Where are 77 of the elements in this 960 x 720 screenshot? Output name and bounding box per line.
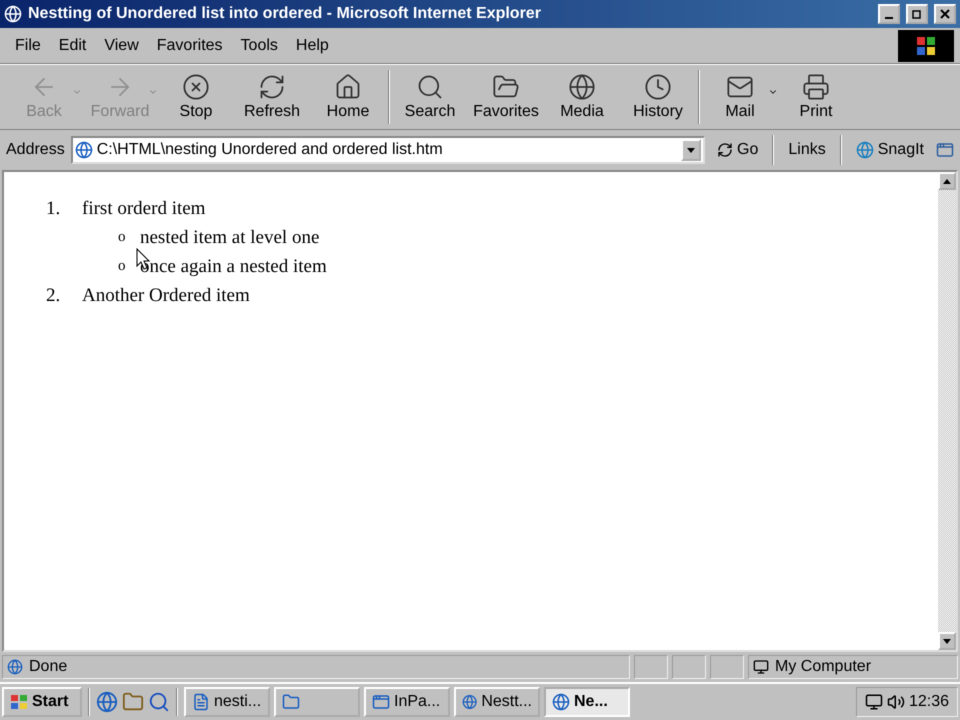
menu-item[interactable]: Tools [232, 36, 287, 54]
zone-indicator: My Computer [748, 655, 958, 679]
toolbar-button[interactable]: Search [392, 73, 468, 121]
links-button[interactable]: Links [782, 141, 832, 159]
logo-icon [898, 30, 954, 62]
status-pane [710, 655, 744, 679]
address-label: Address [6, 141, 65, 159]
globe-icon [568, 73, 596, 101]
restore-button[interactable] [906, 4, 928, 24]
window-icon [372, 693, 390, 711]
list-item-text: first orderd item [82, 198, 206, 220]
list-bullet: o [118, 229, 126, 246]
globe-icon [74, 141, 93, 159]
status-pane [672, 655, 706, 679]
taskbar-button[interactable]: InPa... [364, 687, 450, 717]
menu-item[interactable]: Help [286, 36, 338, 54]
close-icon [940, 9, 950, 19]
menu-item[interactable]: Favorites [148, 36, 232, 54]
toolbar-button[interactable]: Media [544, 73, 620, 121]
list-item-text: once again a nested item [140, 256, 327, 278]
toolbar-button[interactable]: Favorites [468, 73, 544, 121]
window-title: Nestting of Unordered list into ordered - Microsoft Internet Explorer [28, 5, 542, 23]
refresh-icon [258, 73, 286, 101]
clock: 12:36 [908, 693, 949, 711]
dropdown-button[interactable] [681, 139, 702, 161]
clock-icon [644, 73, 672, 101]
taskbar-button[interactable]: Nestt... [454, 687, 540, 717]
scroll-up-button[interactable] [938, 172, 956, 190]
toolbar-button[interactable]: Refresh [234, 73, 310, 121]
taskbar-button[interactable]: Ne... [544, 687, 630, 717]
computer-icon [753, 659, 769, 675]
toolbar-button[interactable]: Mail [702, 73, 778, 121]
toolbar-button[interactable]: History [620, 73, 696, 121]
minimize-icon [885, 17, 893, 19]
speaker-icon [886, 693, 905, 711]
taskbar-button[interactable]: nesti... [184, 687, 270, 717]
globe-icon [552, 693, 570, 711]
menu-item[interactable]: File [6, 36, 50, 54]
menu-item[interactable]: View [95, 36, 148, 54]
monitor-icon [864, 693, 883, 711]
down-arrow-icon [943, 638, 951, 644]
toolbar-button[interactable]: Stop [158, 73, 234, 121]
globe-icon [462, 693, 478, 711]
menu-item[interactable]: Edit [50, 36, 96, 54]
list-item-text: nested item at level one [140, 226, 320, 248]
list-number: 1. [46, 198, 62, 220]
globe-icon[interactable] [96, 691, 118, 713]
status-text: Done [2, 655, 630, 679]
taskbar-button[interactable] [274, 687, 360, 717]
address-field[interactable]: C:\HTML\nesting Unordered and ordered list.htm [70, 136, 706, 164]
search-icon [416, 73, 444, 101]
list-number: 2. [46, 284, 62, 306]
globe-icon [4, 5, 22, 23]
stop-icon [182, 73, 210, 101]
list-bullet: o [118, 258, 126, 275]
window-icon [936, 141, 954, 159]
printer-icon [802, 73, 830, 101]
up-arrow-icon [943, 178, 951, 184]
document-icon [192, 693, 210, 711]
maximize-icon [912, 9, 922, 19]
globe-icon [7, 659, 23, 675]
close-button[interactable] [934, 4, 956, 24]
search-icon[interactable] [148, 691, 170, 713]
snagit-button[interactable]: SnagIt [850, 141, 930, 159]
folder-icon[interactable] [122, 691, 144, 713]
list-item-text: Another Ordered item [82, 284, 250, 306]
folder-icon [282, 693, 300, 711]
toolbar-button[interactable]: Home [310, 73, 386, 121]
caret-icon [687, 148, 696, 152]
home-icon [334, 73, 362, 101]
toolbar-button[interactable]: Print [778, 73, 854, 121]
scroll-down-button[interactable] [938, 632, 956, 650]
status-pane [634, 655, 668, 679]
windows-logo-icon [10, 694, 28, 710]
minimize-button[interactable] [878, 4, 900, 24]
start-button[interactable]: Start [2, 687, 82, 717]
go-button[interactable]: Go [711, 141, 764, 159]
